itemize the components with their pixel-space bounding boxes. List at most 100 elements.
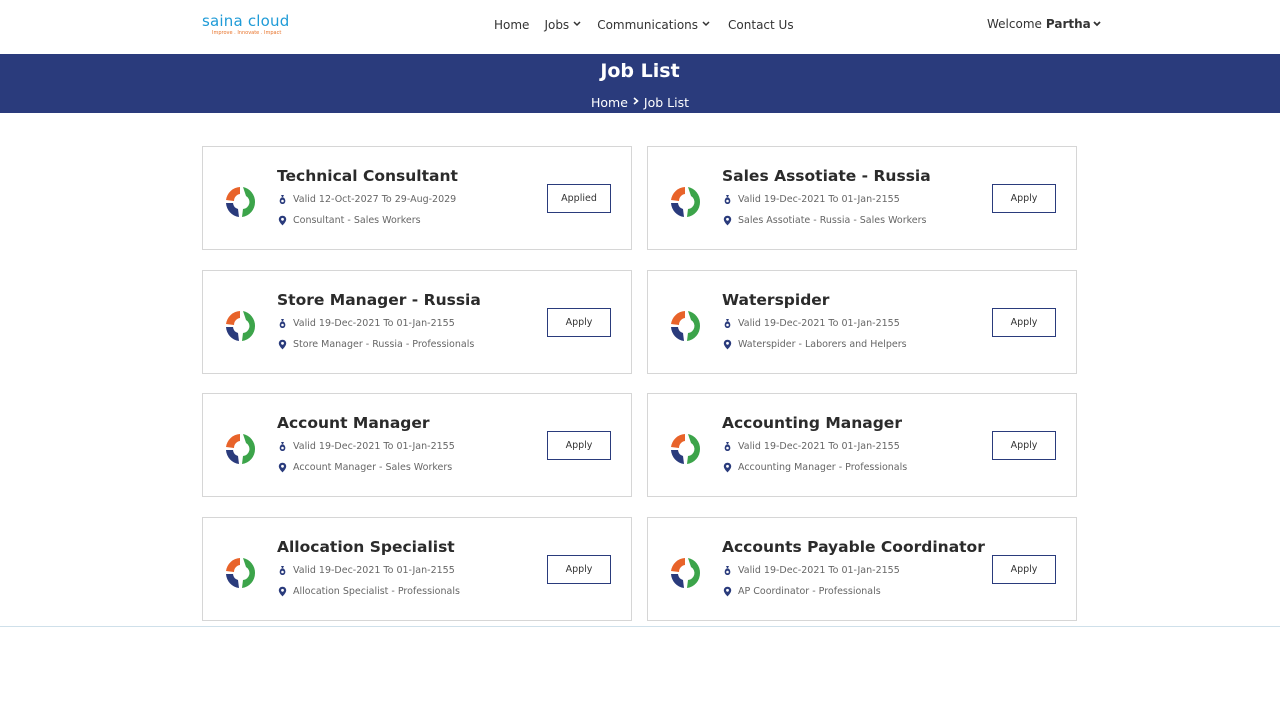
map-pin-icon xyxy=(723,462,733,473)
breadcrumb-home[interactable]: Home xyxy=(591,95,628,110)
job-category: Allocation Specialist - Professionals xyxy=(278,586,460,597)
job-validity: Valid 19-Dec-2021 To 01-Jan-2155 xyxy=(723,441,900,452)
money-bag-icon xyxy=(723,318,733,329)
nav-communications-dropdown[interactable]: Communications xyxy=(597,17,710,33)
chevron-down-icon xyxy=(1093,19,1101,30)
map-pin-icon xyxy=(278,215,288,226)
job-validity: Valid 19-Dec-2021 To 01-Jan-2155 xyxy=(723,194,900,205)
company-logo-icon xyxy=(222,308,258,344)
company-logo-icon xyxy=(222,431,258,467)
job-category: AP Coordinator - Professionals xyxy=(723,586,881,597)
job-validity: Valid 19-Dec-2021 To 01-Jan-2155 xyxy=(278,441,455,452)
logo-name: saina cloud xyxy=(202,12,290,30)
job-validity: Valid 19-Dec-2021 To 01-Jan-2155 xyxy=(723,565,900,576)
job-card[interactable]: Allocation Specialist Valid 19-Dec-2021 … xyxy=(202,517,632,621)
nav-home-label: Home xyxy=(494,18,530,32)
page-title: Job List xyxy=(600,60,680,82)
job-category-text: AP Coordinator - Professionals xyxy=(738,586,881,597)
company-logo-icon xyxy=(222,555,258,591)
money-bag-icon xyxy=(723,441,733,452)
apply-button[interactable]: Apply xyxy=(992,184,1056,213)
money-bag-icon xyxy=(278,194,288,205)
nav-home[interactable]: Home xyxy=(494,17,529,33)
job-title[interactable]: Waterspider xyxy=(722,291,829,309)
job-category: Consultant - Sales Workers xyxy=(278,215,421,226)
job-category: Account Manager - Sales Workers xyxy=(278,462,452,473)
job-validity: Valid 12-Oct-2027 To 29-Aug-2029 xyxy=(278,194,456,205)
apply-button[interactable]: Apply xyxy=(547,555,611,584)
money-bag-icon xyxy=(278,441,288,452)
job-title[interactable]: Accounting Manager xyxy=(722,414,902,432)
job-card[interactable]: Technical Consultant Valid 12-Oct-2027 T… xyxy=(202,146,632,250)
job-card[interactable]: Store Manager - Russia Valid 19-Dec-2021… xyxy=(202,270,632,374)
job-card[interactable]: Accounts Payable Coordinator Valid 19-De… xyxy=(647,517,1077,621)
company-logo-icon xyxy=(667,431,703,467)
welcome-text: Welcome xyxy=(987,17,1042,31)
job-title[interactable]: Technical Consultant xyxy=(277,167,458,185)
job-validity-text: Valid 19-Dec-2021 To 01-Jan-2155 xyxy=(738,318,900,329)
chevron-right-icon xyxy=(633,97,639,108)
logo-tagline: Improve . Innovate . Impact xyxy=(212,30,282,36)
nav-jobs-dropdown[interactable]: Jobs xyxy=(544,17,581,33)
job-category-text: Consultant - Sales Workers xyxy=(293,215,421,226)
job-card[interactable]: Accounting Manager Valid 19-Dec-2021 To … xyxy=(647,393,1077,497)
company-logo-icon xyxy=(667,555,703,591)
page-banner: Job List Home Job List xyxy=(0,54,1280,113)
job-card[interactable]: Account Manager Valid 19-Dec-2021 To 01-… xyxy=(202,393,632,497)
apply-button[interactable]: Apply xyxy=(992,431,1056,460)
company-logo-icon xyxy=(222,184,258,220)
money-bag-icon xyxy=(723,194,733,205)
main-nav: Home Jobs Communications Contact Us xyxy=(494,17,794,33)
company-logo-icon xyxy=(667,308,703,344)
nav-contact-label: Contact Us xyxy=(728,18,794,32)
job-title[interactable]: Store Manager - Russia xyxy=(277,291,481,309)
job-category-text: Waterspider - Laborers and Helpers xyxy=(738,339,907,350)
job-validity-text: Valid 19-Dec-2021 To 01-Jan-2155 xyxy=(738,441,900,452)
job-category-text: Store Manager - Russia - Professionals xyxy=(293,339,475,350)
chevron-down-icon xyxy=(702,19,710,30)
user-menu[interactable]: Welcome Partha xyxy=(987,17,1101,31)
map-pin-icon xyxy=(278,462,288,473)
breadcrumb: Home Job List xyxy=(0,95,1280,110)
chevron-down-icon xyxy=(573,19,581,30)
map-pin-icon xyxy=(723,215,733,226)
job-validity: Valid 19-Dec-2021 To 01-Jan-2155 xyxy=(278,565,455,576)
job-validity-text: Valid 19-Dec-2021 To 01-Jan-2155 xyxy=(738,565,900,576)
money-bag-icon xyxy=(723,565,733,576)
user-name: Partha xyxy=(1045,17,1091,31)
apply-button[interactable]: Apply xyxy=(547,308,611,337)
apply-button[interactable]: Apply xyxy=(992,555,1056,584)
job-category-text: Sales Assotiate - Russia - Sales Workers xyxy=(738,215,927,226)
map-pin-icon xyxy=(278,586,288,597)
map-pin-icon xyxy=(723,339,733,350)
job-card[interactable]: Sales Assotiate - Russia Valid 19-Dec-20… xyxy=(647,146,1077,250)
apply-button[interactable]: Apply xyxy=(992,308,1056,337)
job-validity-text: Valid 19-Dec-2021 To 01-Jan-2155 xyxy=(293,565,455,576)
job-title[interactable]: Sales Assotiate - Russia xyxy=(722,167,931,185)
nav-jobs-label: Jobs xyxy=(544,18,570,32)
divider xyxy=(0,626,1280,627)
nav-contact-us[interactable]: Contact Us xyxy=(728,17,794,33)
breadcrumb-current: Job List xyxy=(643,95,689,110)
job-title[interactable]: Accounts Payable Coordinator xyxy=(722,538,985,556)
job-validity-text: Valid 12-Oct-2027 To 29-Aug-2029 xyxy=(293,194,457,205)
top-navbar: saina cloud Improve . Innovate . Impact … xyxy=(0,0,1280,54)
job-title[interactable]: Allocation Specialist xyxy=(277,538,455,556)
nav-communications-label: Communications xyxy=(597,18,699,32)
job-card[interactable]: Waterspider Valid 19-Dec-2021 To 01-Jan-… xyxy=(647,270,1077,374)
money-bag-icon xyxy=(278,565,288,576)
saina-cloud-logo[interactable]: saina cloud Improve . Innovate . Impact xyxy=(202,12,294,40)
job-category-text: Account Manager - Sales Workers xyxy=(293,462,453,473)
money-bag-icon xyxy=(278,318,288,329)
job-validity-text: Valid 19-Dec-2021 To 01-Jan-2155 xyxy=(293,318,455,329)
map-pin-icon xyxy=(278,339,288,350)
job-category: Accounting Manager - Professionals xyxy=(723,462,907,473)
job-validity-text: Valid 19-Dec-2021 To 01-Jan-2155 xyxy=(293,441,455,452)
job-validity: Valid 19-Dec-2021 To 01-Jan-2155 xyxy=(278,318,455,329)
job-validity: Valid 19-Dec-2021 To 01-Jan-2155 xyxy=(723,318,900,329)
job-title[interactable]: Account Manager xyxy=(277,414,430,432)
apply-button[interactable]: Apply xyxy=(547,431,611,460)
job-category-text: Allocation Specialist - Professionals xyxy=(293,586,460,597)
applied-button[interactable]: Applied xyxy=(547,184,611,213)
job-validity-text: Valid 19-Dec-2021 To 01-Jan-2155 xyxy=(738,194,900,205)
